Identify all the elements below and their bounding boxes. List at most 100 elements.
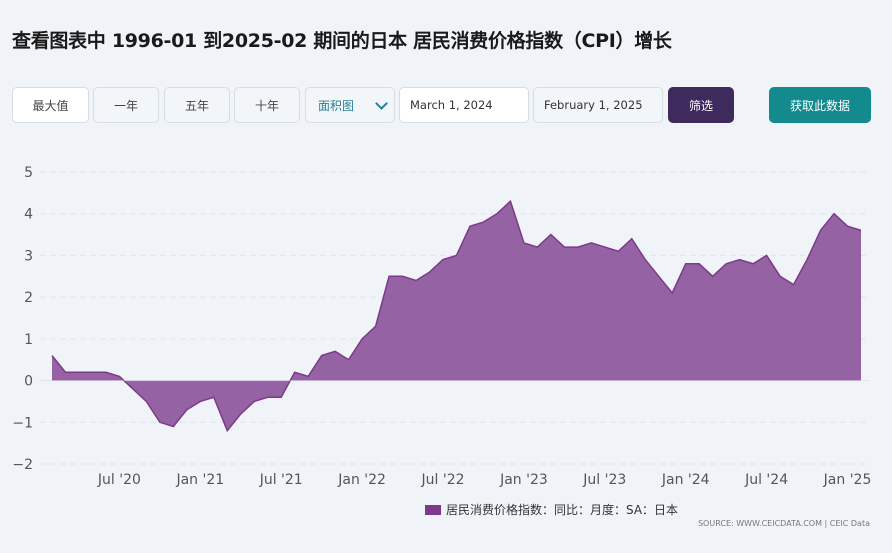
data-point [536,246,538,248]
data-point [590,242,592,244]
data-point [132,388,134,390]
data-point [442,258,444,260]
data-point [415,279,417,281]
data-point [658,275,660,277]
page-title: 查看图表中 1996-01 到2025-02 期间的日本 居民消费价格指数（CP… [12,30,672,52]
x-tick-label: Jan '25 [823,472,872,488]
x-tick-label: Jul '22 [421,472,465,488]
data-point [226,429,228,431]
y-tick-label: 5 [24,165,33,181]
data-point [860,229,862,231]
filter-button[interactable]: 筛选 [668,87,734,123]
data-point [509,200,511,202]
y-tick-label: 0 [24,374,33,390]
x-tick-label: Jul '23 [582,472,626,488]
data-point [334,350,336,352]
y-axis-ticks: 5 4 3 2 1 0 −1 −2 [12,165,33,473]
data-point [819,229,821,231]
data-point [361,338,363,340]
data-point [779,275,781,277]
data-point [604,246,606,248]
data-point [671,292,673,294]
data-point [186,409,188,411]
data-point [482,221,484,223]
y-tick-label: 4 [24,207,33,223]
legend-swatch [425,504,441,515]
x-tick-label: Jan '21 [175,472,224,488]
chart-type-select[interactable]: 面积图 [305,87,395,123]
date-from-input[interactable]: March 1, 2024 [399,87,529,123]
x-tick-label: Jul '20 [97,472,141,488]
data-point [617,250,619,252]
data-point [105,371,107,373]
x-tick-label: Jan '23 [499,472,548,488]
range-10y-button[interactable]: 十年 [234,87,300,123]
data-point [806,258,808,260]
data-point [455,254,457,256]
data-point [685,263,687,265]
data-point [172,425,174,427]
data-point [267,396,269,398]
series-area-fill [52,201,861,431]
data-point [738,258,740,260]
data-point [307,375,309,377]
x-axis-ticks: Jul '20 Jan '21 Jul '21 Jan '22 Jul '22 Jan '… [97,472,871,488]
data-point [374,325,376,327]
data-point [698,263,700,265]
x-tick-label: Jul '21 [259,472,303,488]
data-point [550,233,552,235]
data-point [280,396,282,398]
data-point [199,400,201,402]
data-point [577,246,579,248]
data-point [833,213,835,215]
data-point [347,359,349,361]
legend-label: 居民消费价格指数：同比：月度：SA：日本 [446,503,679,517]
data-point [469,225,471,227]
data-point [792,283,794,285]
data-point [159,421,161,423]
data-point [240,413,242,415]
data-point [523,242,525,244]
y-tick-label: 2 [24,290,33,306]
source-credit: SOURCE: WWW.CEICDATA.COM | CEIC Data [697,519,870,528]
data-point [401,275,403,277]
x-tick-label: Jan '24 [661,472,710,488]
y-tick-label: −1 [12,415,33,431]
data-point [145,400,147,402]
chart-type-value: 面积图 [318,98,355,113]
chart-series-area [51,199,862,433]
data-point [320,354,322,356]
chart-legend[interactable]: 居民消费价格指数：同比：月度：SA：日本 [425,501,678,518]
y-tick-label: 1 [24,332,33,348]
x-tick-label: Jan '22 [337,472,386,488]
date-to-input[interactable]: February 1, 2025 [533,87,663,123]
data-point [644,258,646,260]
data-point [91,371,93,373]
range-max-button[interactable]: 最大值 [12,87,89,123]
data-point [725,263,727,265]
chevron-down-icon [375,96,388,110]
data-point [428,271,430,273]
data-point [752,263,754,265]
get-data-button[interactable]: 获取此数据 [769,87,871,123]
data-point [765,254,767,256]
data-point [711,275,713,277]
x-tick-label: Jul '24 [744,472,788,488]
range-5y-button[interactable]: 五年 [164,87,230,123]
data-point [64,371,66,373]
data-point [563,246,565,248]
y-tick-label: −2 [12,457,33,473]
data-point [51,354,53,356]
data-point [294,371,296,373]
y-tick-label: 3 [24,248,33,264]
data-point [253,400,255,402]
data-point [631,238,633,240]
data-point [118,375,120,377]
range-1y-button[interactable]: 一年 [93,87,159,123]
data-point [213,396,215,398]
cpi-area-chart: 543210−1−2 Jul '20 Jan '21 Jul '21 Jan '22 J… [12,165,871,488]
data-point [846,225,848,227]
data-point [78,371,80,373]
data-point [388,275,390,277]
data-point [496,213,498,215]
